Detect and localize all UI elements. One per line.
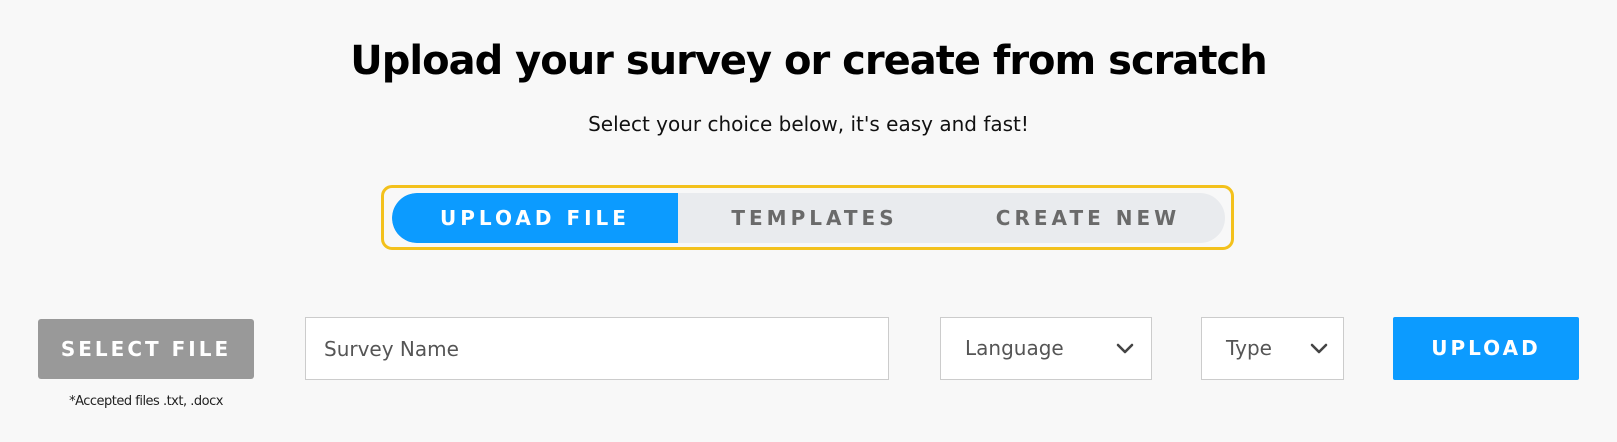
chevron-down-icon bbox=[1310, 343, 1328, 354]
type-select-value: Type bbox=[1226, 336, 1272, 360]
mode-tabs-highlight: UPLOAD FILE TEMPLATES CREATE NEW bbox=[381, 185, 1234, 250]
page-subtitle: Select your choice below, it's easy and … bbox=[588, 112, 1029, 136]
mode-tabs: UPLOAD FILE TEMPLATES CREATE NEW bbox=[392, 193, 1225, 243]
page-title: Upload your survey or create from scratc… bbox=[350, 38, 1267, 84]
accepted-files-note: *Accepted files .txt, .docx bbox=[69, 394, 223, 409]
select-file-button[interactable]: SELECT FILE bbox=[38, 319, 254, 379]
upload-button[interactable]: UPLOAD bbox=[1393, 317, 1579, 380]
type-select[interactable]: Type bbox=[1201, 317, 1344, 380]
tab-upload-file[interactable]: UPLOAD FILE bbox=[392, 193, 678, 243]
language-select[interactable]: Language bbox=[940, 317, 1152, 380]
tab-templates[interactable]: TEMPLATES bbox=[678, 193, 951, 243]
chevron-down-icon bbox=[1116, 343, 1134, 354]
survey-name-input[interactable] bbox=[305, 317, 889, 380]
tab-create-new[interactable]: CREATE NEW bbox=[951, 193, 1225, 243]
language-select-value: Language bbox=[965, 336, 1064, 360]
